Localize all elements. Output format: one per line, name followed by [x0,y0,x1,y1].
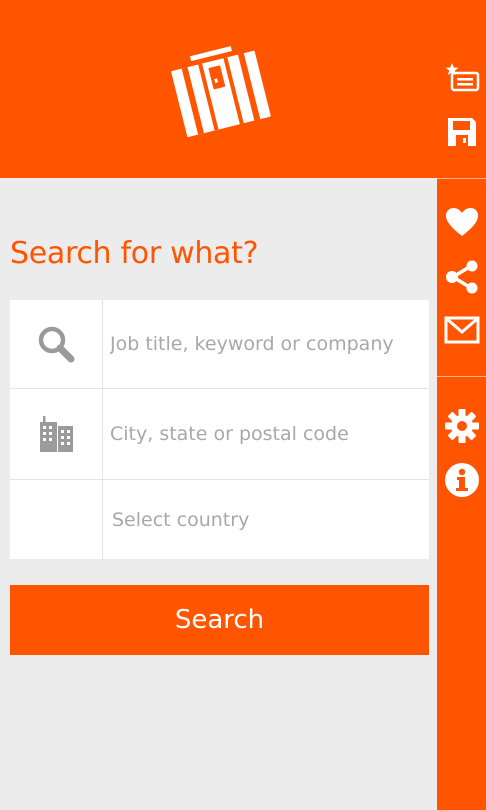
page-title: Search for what? [10,236,259,271]
country-select[interactable]: Select country [112,480,249,559]
saved-searches-button[interactable] [437,55,486,99]
keyword-input[interactable] [110,300,420,388]
envelope-icon [444,316,479,344]
save-button[interactable] [437,110,486,154]
keyword-row [10,300,429,389]
info-icon [444,463,479,497]
sidebar-divider [437,376,486,377]
floppy-disk-icon [447,118,476,146]
gear-icon [444,409,479,443]
email-button[interactable] [437,308,486,352]
heart-icon [445,208,478,236]
briefcase-logo-icon [171,46,271,138]
country-row: Select country [10,480,429,559]
share-button[interactable] [437,255,486,299]
search-icon [38,326,75,363]
country-icon-cell [10,480,103,559]
search-button[interactable]: Search [10,585,429,655]
favorites-button[interactable] [437,200,486,244]
search-form: Select country [10,300,429,559]
settings-button[interactable] [437,404,486,448]
location-icon-cell [10,389,103,479]
sidebar-divider [437,178,486,179]
keyword-icon-cell [10,300,103,388]
sidebar [437,0,486,810]
share-icon [445,260,477,294]
location-input[interactable] [110,389,420,479]
app-header [0,0,437,178]
about-button[interactable] [437,458,486,502]
starred-list-icon [445,63,479,92]
city-buildings-icon [40,416,73,452]
location-row [10,389,429,480]
